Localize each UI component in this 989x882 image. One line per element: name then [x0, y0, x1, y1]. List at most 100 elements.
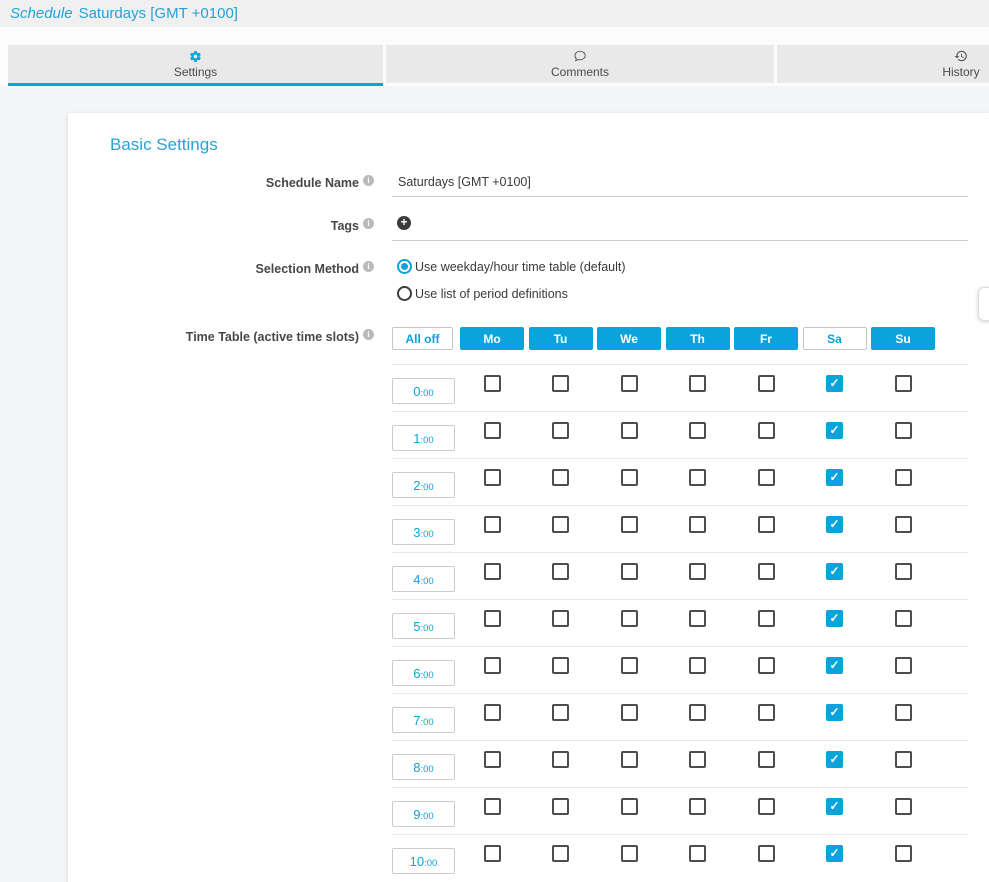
- timeslot-checkbox-fr-2[interactable]: [758, 469, 775, 486]
- timeslot-checkbox-fr-9[interactable]: [758, 798, 775, 815]
- timeslot-checkbox-we-3[interactable]: [621, 516, 638, 533]
- timeslot-checkbox-sa-0[interactable]: ✓: [826, 375, 843, 392]
- timeslot-checkbox-we-0[interactable]: [621, 375, 638, 392]
- timeslot-checkbox-mo-0[interactable]: [484, 375, 501, 392]
- add-tag-icon[interactable]: +: [397, 216, 411, 230]
- tab-settings[interactable]: Settings: [8, 45, 383, 86]
- day-toggle-button-mo[interactable]: Mo: [460, 327, 524, 350]
- timeslot-checkbox-su-10[interactable]: [895, 845, 912, 862]
- timeslot-checkbox-we-4[interactable]: [621, 563, 638, 580]
- hour-row-button-3[interactable]: 3:00: [392, 519, 455, 545]
- timeslot-checkbox-th-10[interactable]: [689, 845, 706, 862]
- timeslot-checkbox-tu-0[interactable]: [552, 375, 569, 392]
- timeslot-checkbox-th-3[interactable]: [689, 516, 706, 533]
- timeslot-checkbox-mo-4[interactable]: [484, 563, 501, 580]
- timeslot-checkbox-mo-8[interactable]: [484, 751, 501, 768]
- timeslot-checkbox-fr-4[interactable]: [758, 563, 775, 580]
- timeslot-checkbox-fr-6[interactable]: [758, 657, 775, 674]
- radio-option-periods[interactable]: Use list of period definitions: [397, 286, 568, 301]
- timeslot-checkbox-we-5[interactable]: [621, 610, 638, 627]
- timeslot-checkbox-sa-10[interactable]: ✓: [826, 845, 843, 862]
- timeslot-checkbox-sa-5[interactable]: ✓: [826, 610, 843, 627]
- info-icon[interactable]: i: [363, 261, 374, 272]
- timeslot-checkbox-sa-8[interactable]: ✓: [826, 751, 843, 768]
- radio-button[interactable]: [397, 286, 412, 301]
- radio-button[interactable]: [397, 259, 412, 274]
- timeslot-checkbox-fr-3[interactable]: [758, 516, 775, 533]
- info-icon[interactable]: i: [363, 218, 374, 229]
- timeslot-checkbox-fr-7[interactable]: [758, 704, 775, 721]
- timeslot-checkbox-tu-8[interactable]: [552, 751, 569, 768]
- timeslot-checkbox-su-9[interactable]: [895, 798, 912, 815]
- hour-row-button-10[interactable]: 10:00: [392, 848, 455, 874]
- timeslot-checkbox-mo-7[interactable]: [484, 704, 501, 721]
- tab-comments[interactable]: Comments: [386, 45, 774, 83]
- timeslot-checkbox-we-7[interactable]: [621, 704, 638, 721]
- timeslot-checkbox-tu-6[interactable]: [552, 657, 569, 674]
- hour-row-button-4[interactable]: 4:00: [392, 566, 455, 592]
- timeslot-checkbox-su-6[interactable]: [895, 657, 912, 674]
- all-off-button[interactable]: All off: [392, 327, 453, 350]
- timeslot-checkbox-th-7[interactable]: [689, 704, 706, 721]
- timeslot-checkbox-th-0[interactable]: [689, 375, 706, 392]
- info-icon[interactable]: i: [363, 175, 374, 186]
- hour-row-button-8[interactable]: 8:00: [392, 754, 455, 780]
- timeslot-checkbox-su-7[interactable]: [895, 704, 912, 721]
- timeslot-checkbox-fr-8[interactable]: [758, 751, 775, 768]
- side-panel-handle[interactable]: [978, 287, 989, 321]
- timeslot-checkbox-mo-10[interactable]: [484, 845, 501, 862]
- schedule-name-input[interactable]: Saturdays [GMT +0100]: [398, 175, 531, 189]
- timeslot-checkbox-fr-1[interactable]: [758, 422, 775, 439]
- timeslot-checkbox-mo-2[interactable]: [484, 469, 501, 486]
- timeslot-checkbox-sa-4[interactable]: ✓: [826, 563, 843, 580]
- timeslot-checkbox-th-4[interactable]: [689, 563, 706, 580]
- timeslot-checkbox-su-3[interactable]: [895, 516, 912, 533]
- day-toggle-button-th[interactable]: Th: [666, 327, 730, 350]
- hour-row-button-0[interactable]: 0:00: [392, 378, 455, 404]
- timeslot-checkbox-th-9[interactable]: [689, 798, 706, 815]
- timeslot-checkbox-su-1[interactable]: [895, 422, 912, 439]
- timeslot-checkbox-tu-4[interactable]: [552, 563, 569, 580]
- timeslot-checkbox-su-5[interactable]: [895, 610, 912, 627]
- timeslot-checkbox-we-2[interactable]: [621, 469, 638, 486]
- timeslot-checkbox-su-8[interactable]: [895, 751, 912, 768]
- timeslot-checkbox-we-6[interactable]: [621, 657, 638, 674]
- day-toggle-button-fr[interactable]: Fr: [734, 327, 798, 350]
- timeslot-checkbox-tu-2[interactable]: [552, 469, 569, 486]
- info-icon[interactable]: i: [363, 329, 374, 340]
- timeslot-checkbox-mo-9[interactable]: [484, 798, 501, 815]
- timeslot-checkbox-tu-5[interactable]: [552, 610, 569, 627]
- timeslot-checkbox-fr-5[interactable]: [758, 610, 775, 627]
- timeslot-checkbox-th-2[interactable]: [689, 469, 706, 486]
- timeslot-checkbox-we-1[interactable]: [621, 422, 638, 439]
- timeslot-checkbox-sa-9[interactable]: ✓: [826, 798, 843, 815]
- timeslot-checkbox-we-10[interactable]: [621, 845, 638, 862]
- radio-option-timetable[interactable]: Use weekday/hour time table (default): [397, 259, 626, 274]
- day-toggle-button-tu[interactable]: Tu: [529, 327, 593, 350]
- timeslot-checkbox-mo-6[interactable]: [484, 657, 501, 674]
- timeslot-checkbox-we-9[interactable]: [621, 798, 638, 815]
- hour-row-button-6[interactable]: 6:00: [392, 660, 455, 686]
- timeslot-checkbox-su-4[interactable]: [895, 563, 912, 580]
- timeslot-checkbox-mo-3[interactable]: [484, 516, 501, 533]
- timeslot-checkbox-fr-0[interactable]: [758, 375, 775, 392]
- timeslot-checkbox-sa-7[interactable]: ✓: [826, 704, 843, 721]
- hour-row-button-1[interactable]: 1:00: [392, 425, 455, 451]
- timeslot-checkbox-sa-2[interactable]: ✓: [826, 469, 843, 486]
- timeslot-checkbox-th-6[interactable]: [689, 657, 706, 674]
- timeslot-checkbox-th-8[interactable]: [689, 751, 706, 768]
- timeslot-checkbox-we-8[interactable]: [621, 751, 638, 768]
- timeslot-checkbox-th-1[interactable]: [689, 422, 706, 439]
- timeslot-checkbox-sa-6[interactable]: ✓: [826, 657, 843, 674]
- timeslot-checkbox-sa-1[interactable]: ✓: [826, 422, 843, 439]
- day-toggle-button-su[interactable]: Su: [871, 327, 935, 350]
- hour-row-button-2[interactable]: 2:00: [392, 472, 455, 498]
- timeslot-checkbox-su-0[interactable]: [895, 375, 912, 392]
- hour-row-button-7[interactable]: 7:00: [392, 707, 455, 733]
- tab-history[interactable]: History: [777, 45, 989, 83]
- timeslot-checkbox-tu-9[interactable]: [552, 798, 569, 815]
- timeslot-checkbox-th-5[interactable]: [689, 610, 706, 627]
- timeslot-checkbox-mo-1[interactable]: [484, 422, 501, 439]
- day-toggle-button-we[interactable]: We: [597, 327, 661, 350]
- timeslot-checkbox-tu-1[interactable]: [552, 422, 569, 439]
